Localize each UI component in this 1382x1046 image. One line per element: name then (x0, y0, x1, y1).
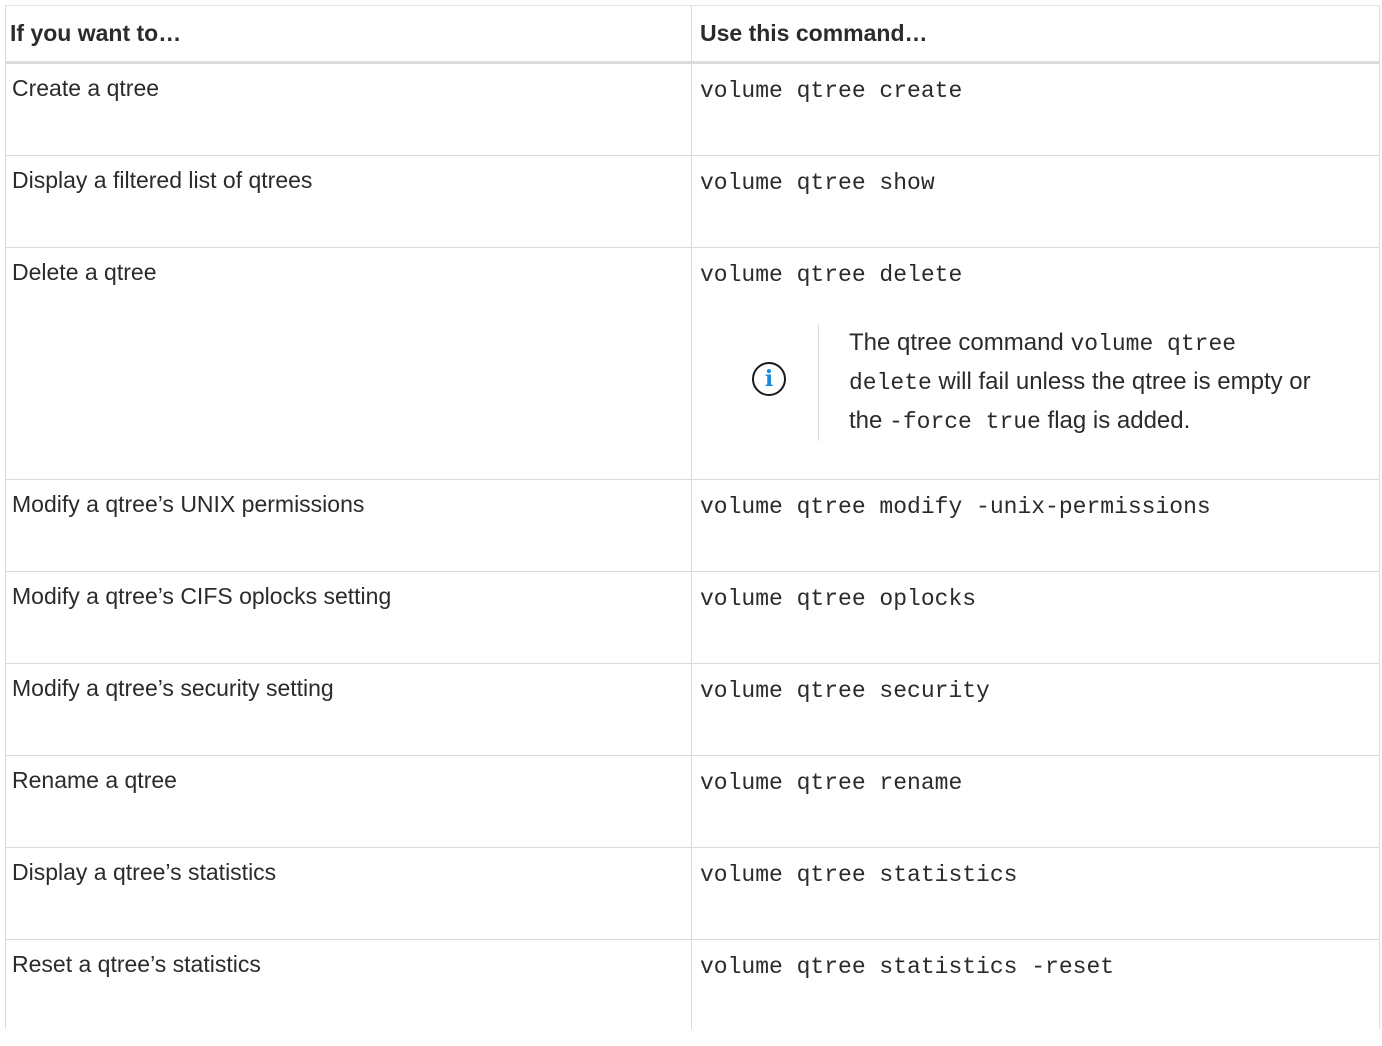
row-command: volume qtree delete (700, 262, 963, 288)
row-description: Reset a qtree’s statistics (5, 939, 692, 1029)
row-command: volume qtree modify -unix-permissions (700, 494, 1211, 520)
qtree-commands-table: If you want to… Use this command… Create… (5, 5, 1380, 1029)
table-row: Delete a qtree volume qtree delete i The… (5, 247, 1380, 480)
info-icon: i (752, 362, 786, 396)
row-description: Rename a qtree (5, 755, 692, 848)
note-text: The qtree command volume qtree delete wi… (818, 324, 1319, 441)
row-command: volume qtree show (700, 170, 935, 196)
table-row: Create a qtree volume qtree create (5, 62, 1380, 156)
table-row: Display a qtree’s statistics volume qtre… (5, 847, 1380, 940)
table-row: Modify a qtree’s UNIX permissions volume… (5, 479, 1380, 572)
row-command: volume qtree statistics -reset (700, 954, 1115, 980)
table-row: Reset a qtree’s statistics volume qtree … (5, 939, 1380, 1029)
row-command: volume qtree rename (700, 770, 963, 796)
row-description: Delete a qtree (5, 247, 692, 480)
row-description: Create a qtree (5, 62, 692, 156)
table-row: Display a filtered list of qtrees volume… (5, 155, 1380, 248)
row-description: Modify a qtree’s CIFS oplocks setting (5, 571, 692, 664)
row-command: volume qtree create (700, 78, 963, 104)
header-if-you-want-to: If you want to… (5, 5, 692, 64)
header-use-this-command: Use this command… (691, 5, 1380, 64)
row-command: volume qtree security (700, 678, 990, 704)
row-command: volume qtree statistics (700, 862, 1018, 888)
row-description: Modify a qtree’s UNIX permissions (5, 479, 692, 572)
info-note: i The qtree command volume qtree delete … (700, 324, 1379, 441)
table-row: Modify a qtree’s security setting volume… (5, 663, 1380, 756)
row-description: Modify a qtree’s security setting (5, 663, 692, 756)
note-code-flag: -force true (889, 409, 1041, 435)
row-description: Display a qtree’s statistics (5, 847, 692, 940)
row-description: Display a filtered list of qtrees (5, 155, 692, 248)
table-row: Modify a qtree’s CIFS oplocks setting vo… (5, 571, 1380, 664)
table-header-row: If you want to… Use this command… (5, 5, 1380, 64)
row-command: volume qtree oplocks (700, 586, 977, 612)
table-row: Rename a qtree volume qtree rename (5, 755, 1380, 848)
